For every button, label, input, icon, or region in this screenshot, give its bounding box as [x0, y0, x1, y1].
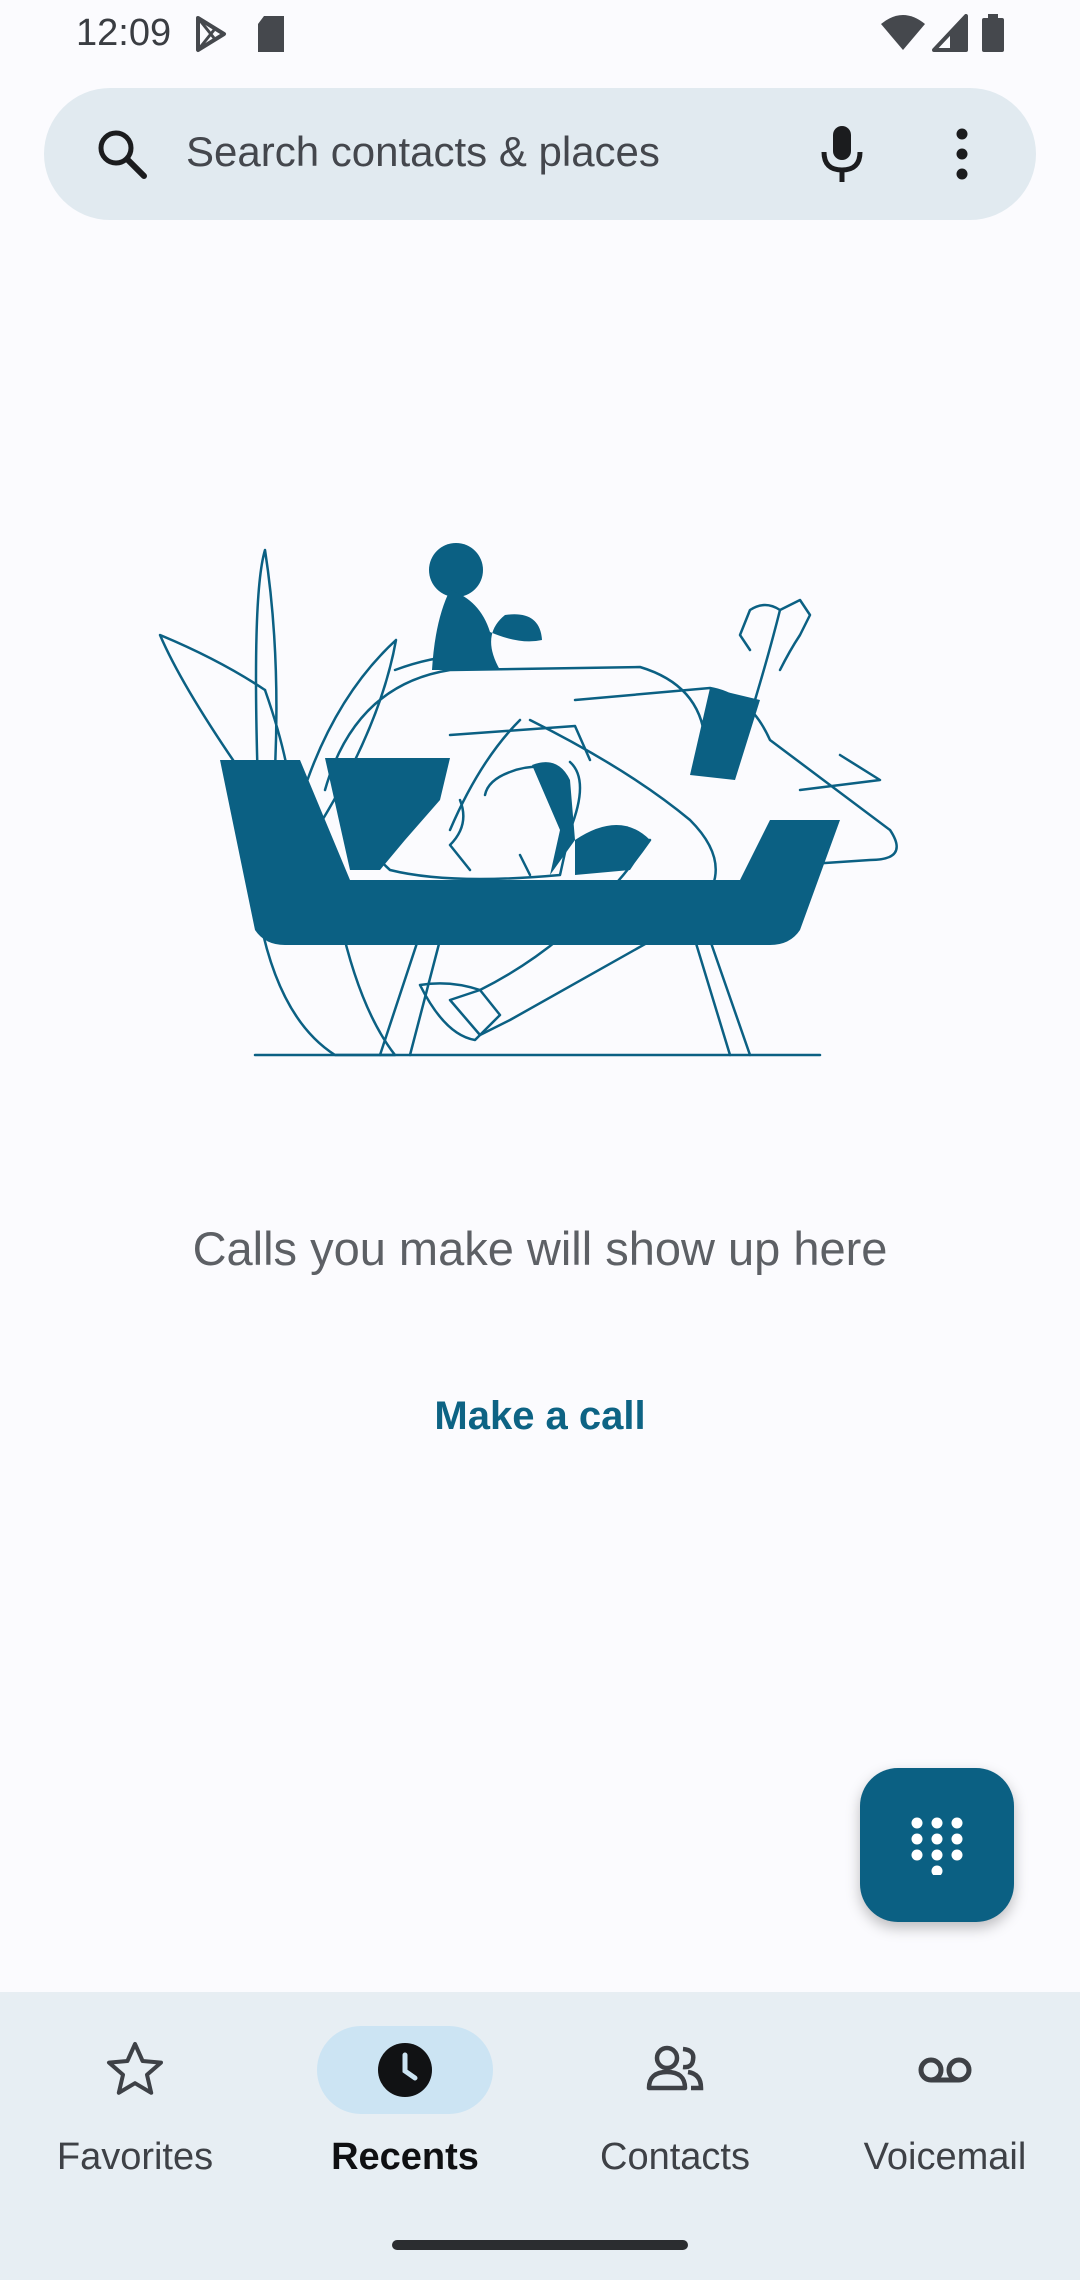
more-vert-icon[interactable] [928, 120, 996, 188]
search-icon[interactable] [94, 126, 150, 182]
nav-item-recents[interactable]: Recents [270, 1992, 540, 2212]
person-on-sofa-with-dog-illustration [158, 543, 898, 1057]
dialpad-icon [911, 1817, 963, 1875]
nav-item-contacts[interactable]: Contacts [540, 1992, 810, 2212]
make-a-call-button[interactable]: Make a call [380, 1380, 700, 1452]
search-bar[interactable]: Search contacts & places [44, 88, 1036, 220]
signal-icon [932, 14, 968, 52]
sd-card-icon [258, 16, 284, 52]
mic-icon[interactable] [808, 120, 876, 188]
nav-item-voicemail[interactable]: Voicemail [810, 1992, 1080, 2212]
play-store-icon [196, 16, 226, 52]
nav-label-contacts: Contacts [600, 2136, 750, 2178]
search-input[interactable]: Search contacts & places [186, 128, 660, 176]
battery-icon [982, 14, 1004, 52]
nav-label-favorites: Favorites [56, 2136, 214, 2178]
nav-item-favorites[interactable]: Favorites [0, 1992, 270, 2212]
voicemail-icon [918, 2057, 972, 2083]
status-bar: 12:09 [0, 0, 1080, 72]
status-time: 12:09 [76, 12, 172, 54]
dialpad-fab[interactable] [860, 1768, 1014, 1922]
star-outline-icon [107, 2042, 163, 2095]
wifi-icon [881, 15, 925, 50]
nav-label-voicemail: Voicemail [863, 2136, 1027, 2178]
empty-state-message: Calls you make will show up here [192, 1222, 888, 1275]
nav-label-recents: Recents [331, 2136, 479, 2178]
bottom-navigation: Favorites Recents Contacts Voicemail [0, 1992, 1080, 2280]
home-indicator[interactable] [392, 2240, 688, 2250]
clock-icon [378, 2043, 432, 2097]
phone-app-screen: 12:09 Search contacts & places Calls you… [0, 0, 1080, 2280]
people-icon [646, 2045, 704, 2091]
